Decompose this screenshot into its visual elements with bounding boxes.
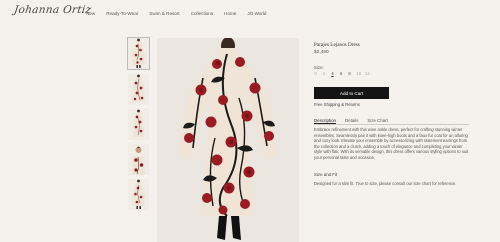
nav-item-jo-world[interactable]: JO World <box>247 11 266 16</box>
brand-logo[interactable]: Johanna Ortiz <box>13 4 92 16</box>
main-product-image[interactable] <box>157 38 299 242</box>
product-description: Embrace refinement with this wine ankle … <box>314 127 469 160</box>
nav-item-swim-resort[interactable]: Swim & Resort <box>149 11 179 16</box>
size-option-4[interactable]: 4 <box>331 71 334 76</box>
product-price: $2,450 <box>314 50 329 55</box>
dress-detail-thumb-image <box>128 144 149 175</box>
tab-details[interactable]: Details <box>345 118 358 123</box>
size-option-0[interactable]: 0 <box>314 71 317 76</box>
thumbnail-1[interactable] <box>127 37 150 70</box>
size-fit-heading: Size and Fit <box>314 172 338 177</box>
size-option-12[interactable]: 12 <box>365 71 370 76</box>
thumbnail-3[interactable] <box>128 109 149 140</box>
shipping-returns-link[interactable]: Free Shipping & Returns <box>314 102 360 107</box>
tab-size-chart[interactable]: Size Chart <box>367 118 388 123</box>
size-label: Size: <box>314 65 324 70</box>
thumbnail-5[interactable] <box>128 179 149 210</box>
nav-item-home[interactable]: Home <box>224 11 236 16</box>
size-option-8[interactable]: 8 <box>348 71 351 76</box>
size-option-10[interactable]: 10 <box>357 71 362 76</box>
dress-back-thumb-image <box>128 109 149 140</box>
size-fit-text: Designed for a slim fit. True to size, p… <box>314 181 457 186</box>
add-to-cart-button[interactable]: Add to Cart <box>314 87 389 99</box>
product-title: Parajes Lejanos Dress <box>314 42 360 48</box>
site-header: Johanna Ortiz New Ready-To-Wear Swim & R… <box>0 0 500 28</box>
dress-front-thumb-image <box>128 38 149 69</box>
size-option-2[interactable]: 2 <box>323 71 326 76</box>
dress-walk-thumb-image <box>128 179 149 210</box>
thumbnail-2[interactable] <box>128 74 149 105</box>
nav-item-new[interactable]: New <box>86 11 95 16</box>
tabs-divider <box>314 124 469 125</box>
thumbnail-4[interactable] <box>128 144 149 175</box>
dress-side-thumb-image <box>128 74 149 105</box>
dress-main-image <box>157 38 299 242</box>
size-option-6[interactable]: 6 <box>340 71 343 76</box>
main-nav: New Ready-To-Wear Swim & Resort Collecti… <box>86 11 266 16</box>
nav-item-collections[interactable]: Collections <box>191 11 213 16</box>
nav-item-ready-to-wear[interactable]: Ready-To-Wear <box>106 11 138 16</box>
size-selector: 0 2 4 6 8 10 12 <box>314 71 370 76</box>
tab-description[interactable]: Description <box>314 118 336 123</box>
product-tabs: Description Details Size Chart <box>314 118 388 123</box>
